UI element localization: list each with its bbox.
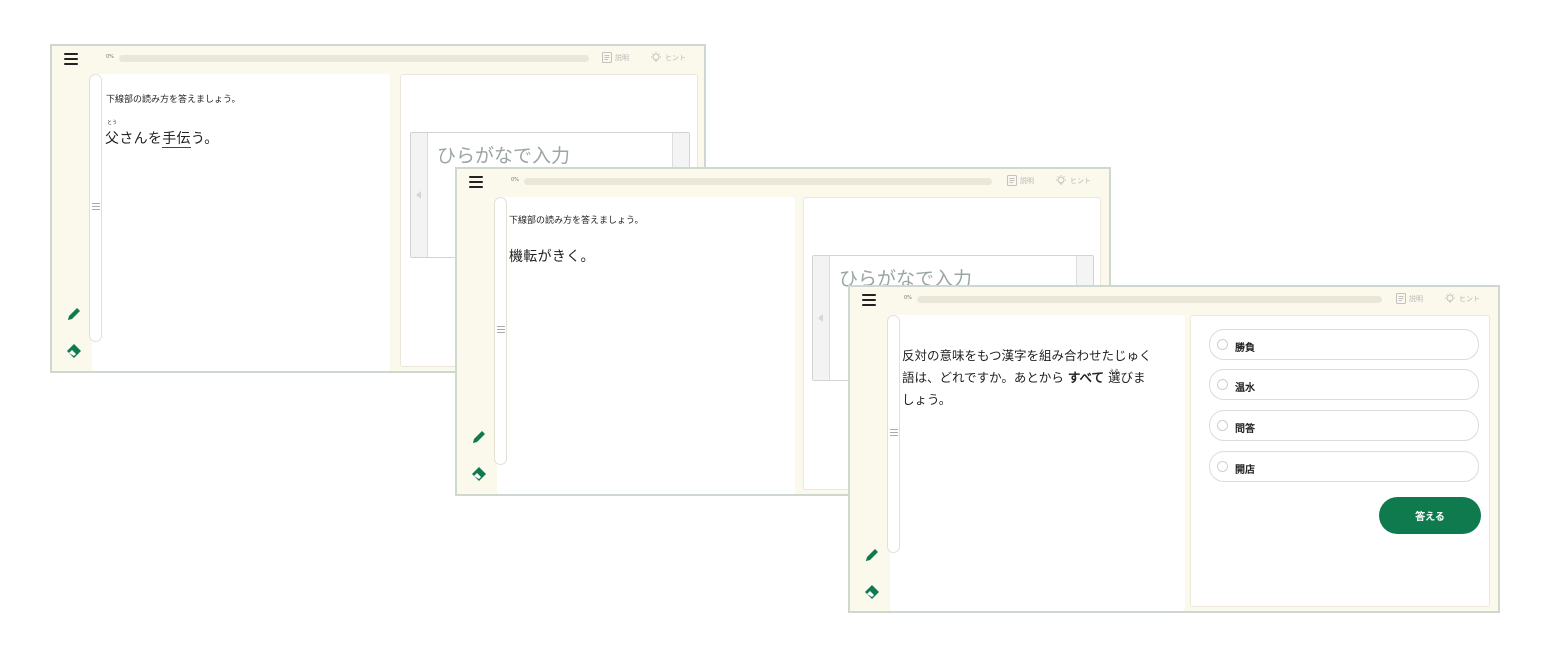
progress-bar [524, 178, 992, 185]
progress-bar [119, 55, 589, 62]
drag-handle-icon [92, 203, 100, 212]
hint-button[interactable]: ヒント [1055, 175, 1091, 187]
question-text: 父 とう さんを手伝う。 [105, 120, 219, 148]
explanation-button[interactable]: 説明 [1007, 175, 1034, 186]
hint-label: ヒント [665, 54, 686, 62]
choice-option[interactable]: 勝負 [1209, 329, 1479, 360]
instruction-text: 下線部の読み方を答えましょう。 [106, 95, 241, 105]
hint-button[interactable]: ヒント [650, 52, 686, 64]
input-left-handle [813, 256, 830, 380]
choice-label: 温水 [1235, 383, 1255, 394]
top-bar: 0% 説明 ヒント [457, 169, 1109, 195]
top-bar: 0% 説明 ヒント [850, 287, 1498, 313]
choice-label: 問答 [1235, 424, 1255, 435]
left-arrow-icon [818, 314, 823, 322]
explanation-button[interactable]: 説明 [602, 52, 629, 63]
radio-button[interactable] [1217, 379, 1228, 390]
document-icon [602, 52, 612, 63]
question-end: う。 [190, 131, 219, 147]
underlined-word: 手伝 [162, 131, 191, 148]
progress-percent: 0% [511, 177, 519, 183]
progress-percent: 0% [904, 295, 912, 301]
lightbulb-icon [651, 52, 661, 62]
answer-pane: 勝負 温水 問答 開店 答える [1190, 315, 1490, 607]
quiz-window-3: 0% 説明 ヒント 反対の意味をもつ漢字を組み合わせたじゅく 語は、どれですか。… [848, 285, 1500, 613]
choice-label: 開店 [1235, 465, 1255, 476]
question-pane [92, 74, 390, 371]
ruby-base: 父 [105, 131, 120, 147]
explanation-label: 説明 [1409, 294, 1423, 303]
pencil-icon[interactable] [66, 306, 82, 322]
tool-column [457, 195, 495, 494]
pane-resizer[interactable] [887, 315, 900, 553]
question-middle: さんを [119, 131, 163, 147]
hint-button[interactable]: ヒント [1444, 293, 1480, 305]
choice-option[interactable]: 温水 [1209, 369, 1479, 400]
question-line-2-start: 語は、どれですか。あとから [902, 370, 1064, 385]
eraser-icon[interactable] [864, 583, 880, 599]
eraser-icon[interactable] [471, 465, 487, 481]
radio-button[interactable] [1217, 461, 1228, 472]
left-arrow-icon [416, 191, 421, 199]
emphasis-text: すべて [1067, 370, 1105, 385]
submit-answer-button[interactable]: 答える [1379, 497, 1481, 534]
ruby-word: 父とう [105, 120, 120, 148]
drag-handle-icon [890, 429, 898, 438]
explanation-label: 説明 [615, 53, 629, 62]
explanation-button[interactable]: 説明 [1396, 293, 1423, 304]
instruction-text: 下線部の読み方を答えましょう。 [509, 216, 644, 226]
question-text: 機転がきく。 [509, 249, 595, 265]
pane-resizer[interactable] [89, 74, 102, 342]
hamburger-menu-icon[interactable] [64, 53, 78, 65]
furigana: とう [107, 120, 118, 126]
hamburger-menu-icon[interactable] [469, 176, 483, 188]
progress-bar [917, 296, 1382, 303]
choice-label: 勝負 [1235, 343, 1255, 354]
hamburger-menu-icon[interactable] [862, 294, 876, 306]
explanation-label: 説明 [1020, 176, 1034, 185]
pencil-icon[interactable] [471, 429, 487, 445]
lightbulb-icon [1056, 175, 1066, 185]
furigana: えら [1109, 369, 1120, 375]
question-line-2: 語は、どれですか。あとから すべて 選えら びま [902, 367, 1152, 389]
lightbulb-icon [1445, 293, 1455, 303]
eraser-icon[interactable] [66, 342, 82, 358]
top-bar: 0% 説明 ヒント [52, 46, 704, 72]
tool-column [52, 72, 90, 371]
choice-option[interactable]: 開店 [1209, 451, 1479, 482]
tool-column [850, 313, 888, 611]
question-text: 反対の意味をもつ漢字を組み合わせたじゅく 語は、どれですか。あとから すべて 選… [902, 345, 1152, 411]
document-icon [1396, 293, 1406, 304]
pane-resizer[interactable] [494, 197, 507, 465]
input-left-handle [411, 133, 428, 257]
radio-button[interactable] [1217, 339, 1228, 350]
progress-percent: 0% [106, 54, 114, 60]
choice-option[interactable]: 問答 [1209, 410, 1479, 441]
question-pane [497, 197, 795, 494]
hint-label: ヒント [1459, 295, 1480, 303]
question-line-2-end: びま [1120, 370, 1146, 385]
document-icon [1007, 175, 1017, 186]
radio-button[interactable] [1217, 420, 1228, 431]
pencil-icon[interactable] [864, 547, 880, 563]
drag-handle-icon [497, 326, 505, 335]
ruby-word: 選えら [1108, 367, 1121, 389]
question-line-3: しょう。 [902, 392, 952, 407]
hint-label: ヒント [1070, 177, 1091, 185]
